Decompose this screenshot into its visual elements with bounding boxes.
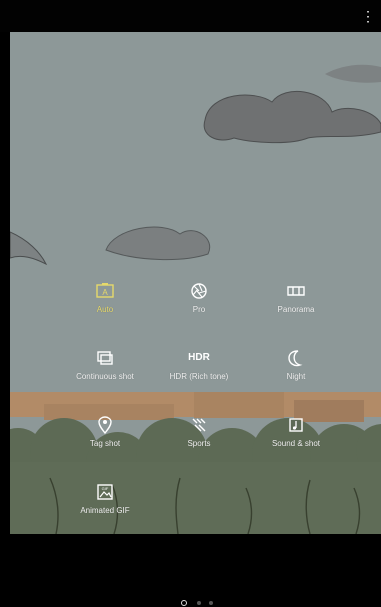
page-dot-current [181,600,187,606]
mode-sports[interactable]: Sports [149,415,249,463]
camera-screen: ⋮ A Auto Pro Panorama Continuous shot HD… [0,0,381,607]
mode-label: Pro [192,305,206,314]
bottom-bar [0,534,381,607]
mode-night[interactable]: Night [246,348,346,396]
mode-label: HDR (Rich tone) [169,372,229,381]
sound-shot-icon [289,418,303,432]
mode-hdr[interactable]: HDR HDR (Rich tone) [149,348,249,396]
camera-viewfinder: A Auto Pro Panorama Continuous shot HDR … [10,32,381,534]
mode-label: Night [286,372,306,381]
continuous-shot-icon [97,351,113,365]
panorama-icon [287,286,305,296]
aperture-icon [191,283,207,299]
more-vert-icon[interactable]: ⋮ [361,8,375,24]
mode-label: Sports [187,439,211,448]
mode-pro[interactable]: Pro [149,281,249,329]
moon-icon [288,350,303,367]
mode-label: Auto [96,305,114,314]
location-pin-icon [98,416,112,435]
mode-continuous-shot[interactable]: Continuous shot [55,348,155,396]
gif-icon: GIF [97,484,113,500]
mode-auto[interactable]: A Auto [55,281,155,329]
mode-label: Tag shot [89,439,121,448]
mode-sound-shot[interactable]: Sound & shot [246,415,346,463]
page-dot [197,601,201,605]
top-bar: ⋮ [0,0,381,32]
svg-text:GIF: GIF [102,486,109,491]
mode-panorama[interactable]: Panorama [246,281,346,329]
hdr-icon: HDR [188,352,210,363]
mode-label: Animated GIF [80,506,130,515]
page-indicator [181,600,221,606]
mode-label: Continuous shot [76,372,134,381]
auto-mode-icon: A [96,283,114,298]
mode-tag-shot[interactable]: Tag shot [55,415,155,463]
mode-label: Sound & shot [271,439,321,448]
mode-animated-gif[interactable]: GIF Animated GIF [55,482,155,530]
mode-label: Panorama [277,305,315,314]
page-dot [209,601,213,605]
sports-icon [192,418,206,432]
svg-text:A: A [102,288,108,297]
